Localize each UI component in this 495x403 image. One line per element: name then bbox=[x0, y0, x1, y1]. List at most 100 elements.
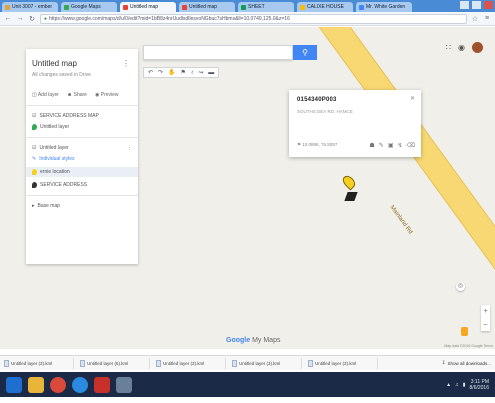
browser-tab[interactable]: Mr. White Garden bbox=[356, 2, 412, 12]
tab-favicon-icon bbox=[182, 4, 187, 10]
tab-label: SHEET bbox=[248, 4, 265, 10]
avatar[interactable] bbox=[472, 42, 483, 53]
file-icon bbox=[156, 359, 161, 367]
lock-icon: ● bbox=[44, 15, 48, 22]
download-icon: ↧ bbox=[441, 360, 446, 365]
address-bar: ← → ↻ ● https://www.google.com/maps/d/u/0… bbox=[0, 12, 495, 26]
marker-icon[interactable]: ⚑ bbox=[181, 69, 186, 76]
share-button[interactable]: ☻ Share bbox=[67, 92, 87, 98]
layer-item[interactable]: Untitled layer bbox=[32, 124, 132, 130]
black-map-marker-icon[interactable] bbox=[344, 192, 358, 201]
downloads-shelf: Untitled layer (3).kml Untitled layer (5… bbox=[0, 355, 495, 370]
bottom-border bbox=[0, 397, 495, 403]
download-item[interactable]: Untitled layer (3).kml bbox=[4, 357, 74, 369]
download-item[interactable]: Untitled layer (5).kml bbox=[80, 357, 150, 369]
browser-tab-bar: Unit 3007 - ember Google Maps Untitled m… bbox=[0, 0, 495, 12]
browser-tab[interactable]: Unit 3007 - ember bbox=[2, 2, 58, 12]
internet-explorer-icon[interactable] bbox=[72, 376, 88, 393]
directions-icon[interactable]: ↯ bbox=[397, 142, 402, 149]
show-all-downloads-link[interactable]: ↧ Show all downloads... bbox=[442, 360, 491, 366]
zoom-in-button[interactable]: + bbox=[481, 305, 490, 318]
pegman-icon[interactable] bbox=[461, 327, 468, 336]
layer-header[interactable]: ☑ Untitled layer ⋮ bbox=[32, 145, 132, 151]
star-icon[interactable]: ☆ bbox=[471, 15, 479, 23]
close-window-button[interactable] bbox=[484, 1, 493, 9]
file-icon bbox=[308, 359, 313, 367]
windows-start-icon[interactable] bbox=[6, 376, 22, 393]
individual-styles-link[interactable]: ✎ Individual styles bbox=[32, 156, 132, 162]
divider bbox=[26, 105, 138, 106]
hand-icon[interactable]: ✋ bbox=[168, 69, 175, 76]
browser-tab[interactable]: Google Maps bbox=[61, 2, 117, 12]
my-location-icon[interactable]: ◎ bbox=[456, 282, 465, 291]
network-icon[interactable]: ▲ bbox=[446, 382, 451, 388]
base-map-toggle[interactable]: ▸ Base map bbox=[32, 203, 132, 209]
place-address: SOUTHS DEA RD, HAMCE bbox=[297, 109, 353, 114]
coordinates: ⚑ 10.0896, 76.5097 bbox=[297, 142, 338, 147]
search-button[interactable]: ⚲ bbox=[293, 45, 317, 60]
download-item[interactable]: Untitled layer (3).kml bbox=[308, 357, 378, 369]
place-title: 0154340P003 bbox=[297, 97, 337, 103]
layer-header[interactable]: ☑ SERVICE ADDRESS MAP bbox=[32, 113, 132, 119]
media-icon[interactable] bbox=[116, 376, 132, 393]
camera-icon[interactable]: ▣ bbox=[388, 142, 394, 149]
layer-item-selected[interactable]: ernie location bbox=[26, 167, 138, 177]
back-arrow-icon[interactable]: ← bbox=[4, 15, 12, 22]
layer-item[interactable]: SERVICE ADDRESS bbox=[32, 182, 132, 188]
file-explorer-icon[interactable] bbox=[28, 376, 44, 393]
system-tray: ▲ ♫ ▮ 3:11 PM 8/6/2016 bbox=[446, 379, 489, 391]
forward-arrow-icon[interactable]: → bbox=[16, 15, 24, 22]
map-canvas[interactable]: Mainland Rd ⚲ ↶ ↷ ✋ ⚑ ≀ ↝ ▬ ⋮ Untitled m… bbox=[0, 27, 495, 349]
reload-icon[interactable]: ↻ bbox=[28, 15, 36, 23]
black-pin-icon bbox=[32, 182, 37, 188]
maximize-button[interactable] bbox=[472, 1, 481, 9]
add-layer-button[interactable]: ◫ Add layer bbox=[32, 92, 59, 98]
undo-icon[interactable]: ↶ bbox=[148, 69, 153, 76]
file-icon bbox=[232, 359, 237, 367]
search-icon: ⚲ bbox=[302, 48, 308, 57]
edit-icon[interactable]: ✎ bbox=[379, 142, 384, 149]
layer-options-icon[interactable]: ⋮ bbox=[127, 145, 132, 151]
url-text: https://www.google.com/maps/d/u/0/edit?m… bbox=[49, 15, 290, 22]
close-icon[interactable]: ✕ bbox=[410, 95, 415, 102]
paint-bucket-icon[interactable]: ☗ bbox=[369, 142, 374, 149]
redo-icon[interactable]: ↷ bbox=[158, 69, 163, 76]
minimize-button[interactable] bbox=[460, 1, 469, 9]
yellow-map-marker-icon[interactable] bbox=[340, 173, 358, 191]
line-icon[interactable]: ≀ bbox=[191, 69, 193, 76]
preview-button[interactable]: ◉ Preview bbox=[95, 92, 119, 98]
browser-tab-active[interactable]: Untitled map bbox=[120, 2, 176, 12]
route-icon[interactable]: ↝ bbox=[198, 69, 203, 76]
browser-tab[interactable]: CALIXE HOUSE bbox=[297, 2, 353, 12]
checkbox-icon[interactable]: ☑ bbox=[32, 113, 36, 119]
menu-icon[interactable]: ≡ bbox=[483, 15, 491, 22]
divider bbox=[26, 137, 138, 138]
acrobat-icon[interactable] bbox=[94, 376, 110, 393]
tab-label: Untitled map bbox=[130, 4, 159, 10]
taskbar: ▲ ♫ ▮ 3:11 PM 8/6/2016 bbox=[0, 372, 495, 397]
window-controls bbox=[460, 1, 493, 9]
download-item[interactable]: Untitled layer (3).kml bbox=[156, 357, 226, 369]
chevron-right-icon: ▸ bbox=[32, 203, 35, 209]
battery-icon[interactable]: ▮ bbox=[463, 382, 466, 388]
search-input[interactable] bbox=[143, 45, 293, 60]
info-card-footer: ⚑ 10.0896, 76.5097 ☗ ✎ ▣ ↯ ⌫ bbox=[297, 142, 415, 149]
map-title[interactable]: Untitled map bbox=[32, 59, 132, 68]
download-item[interactable]: Untitled layer (3).kml bbox=[232, 357, 302, 369]
browser-tab[interactable]: SHEET bbox=[238, 2, 294, 12]
clock-date: 8/6/2016 bbox=[469, 384, 489, 391]
url-field[interactable]: ● https://www.google.com/maps/d/u/0/edit?… bbox=[40, 13, 467, 24]
ruler-icon[interactable]: ▬ bbox=[208, 70, 214, 76]
chrome-icon[interactable] bbox=[50, 376, 66, 393]
browser-tab[interactable]: Untitled map bbox=[179, 2, 235, 12]
notifications-icon[interactable]: ◉ bbox=[458, 43, 465, 52]
more-options-icon[interactable]: ⋮ bbox=[122, 59, 130, 68]
tab-label: Mr. White Garden bbox=[366, 4, 406, 10]
zoom-out-button[interactable]: – bbox=[481, 318, 490, 331]
tab-favicon-icon bbox=[241, 4, 246, 10]
checkbox-icon[interactable]: ☑ bbox=[32, 145, 36, 151]
volume-icon[interactable]: ♫ bbox=[455, 382, 459, 388]
apps-grid-icon[interactable]: ∷ bbox=[446, 43, 451, 52]
delete-icon[interactable]: ⌫ bbox=[407, 142, 415, 149]
clock[interactable]: 3:11 PM 8/6/2016 bbox=[470, 379, 489, 391]
